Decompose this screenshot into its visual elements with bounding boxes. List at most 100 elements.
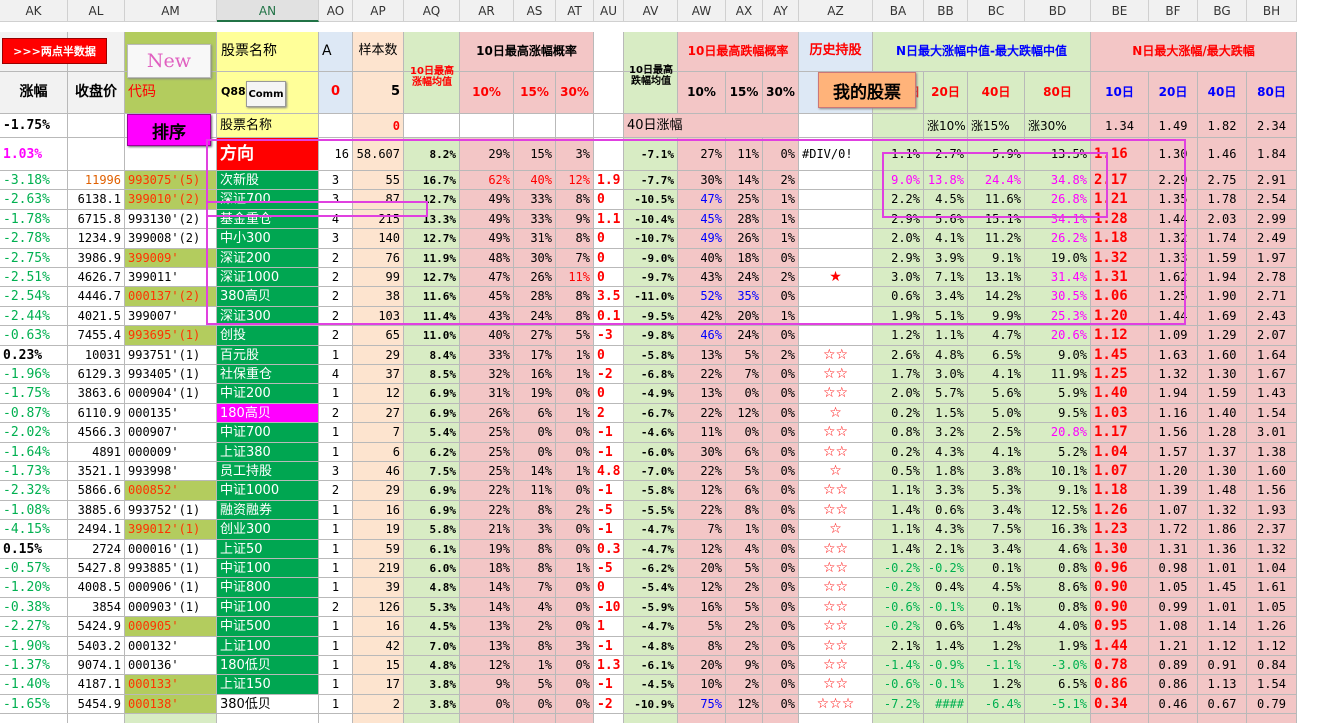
- cell-az-6[interactable]: [799, 287, 873, 307]
- empty-aw-0[interactable]: [678, 714, 726, 723]
- cell-al-26[interactable]: 4187.1: [68, 675, 125, 695]
- row4-an[interactable]: 方向: [217, 138, 319, 171]
- cell-ax-2[interactable]: 28%: [726, 210, 763, 229]
- column-header-bg[interactable]: BG: [1198, 0, 1247, 22]
- cell-bg-18[interactable]: 1.86: [1198, 520, 1247, 540]
- cell-bb-20[interactable]: -0.2%: [924, 559, 968, 578]
- cell-ak-11[interactable]: -1.75%: [0, 384, 68, 404]
- cell-am-6[interactable]: 000137'(2): [125, 287, 217, 307]
- row3-bd[interactable]: 涨30%: [1025, 114, 1091, 138]
- cell-bd-9[interactable]: 9.0%: [1025, 346, 1091, 365]
- cell-bf-26[interactable]: 0.86: [1149, 675, 1198, 695]
- cell-an-23[interactable]: 中证500: [217, 617, 319, 637]
- cell-ba-20[interactable]: -0.2%: [873, 559, 924, 578]
- cell-at-22[interactable]: 0%: [556, 598, 594, 617]
- cell-al-27[interactable]: 5454.9: [68, 695, 125, 714]
- cell-aw-12[interactable]: 22%: [678, 404, 726, 423]
- column-header-bc[interactable]: BC: [968, 0, 1025, 22]
- cell-ap-27[interactable]: 2: [353, 695, 404, 714]
- cell-au-2[interactable]: 1.1: [594, 210, 624, 229]
- cell-al-15[interactable]: 3521.1: [68, 462, 125, 481]
- cell-ak-6[interactable]: -2.54%: [0, 287, 68, 307]
- cell-ay-14[interactable]: 0%: [763, 443, 799, 462]
- cell-ax-15[interactable]: 5%: [726, 462, 763, 481]
- cell-as-19[interactable]: 8%: [514, 540, 556, 559]
- column-header-be[interactable]: BE: [1091, 0, 1149, 22]
- cell-az-3[interactable]: [799, 229, 873, 249]
- row3-au[interactable]: [594, 114, 624, 138]
- cell-ay-3[interactable]: 1%: [763, 229, 799, 249]
- cell-be-20[interactable]: 0.96: [1091, 559, 1149, 578]
- cell-ap-26[interactable]: 17: [353, 675, 404, 695]
- cell-aq-17[interactable]: 6.9%: [404, 501, 460, 520]
- cell-aw-20[interactable]: 20%: [678, 559, 726, 578]
- cell-bf-13[interactable]: 1.56: [1149, 423, 1198, 443]
- cell-at-20[interactable]: 1%: [556, 559, 594, 578]
- row3-al[interactable]: [68, 114, 125, 138]
- cell-an-3[interactable]: 中小300: [217, 229, 319, 249]
- cell-ax-4[interactable]: 18%: [726, 249, 763, 268]
- cell-al-20[interactable]: 5427.8: [68, 559, 125, 578]
- cell-au-20[interactable]: -5: [594, 559, 624, 578]
- cell-bb-12[interactable]: 1.5%: [924, 404, 968, 423]
- cell-be-25[interactable]: 0.78: [1091, 656, 1149, 675]
- column-header-bh[interactable]: BH: [1247, 0, 1297, 22]
- row3-ar[interactable]: [460, 114, 514, 138]
- cell-bd-3[interactable]: 26.2%: [1025, 229, 1091, 249]
- cell-ao-23[interactable]: 1: [319, 617, 353, 637]
- cell-am-5[interactable]: 399011': [125, 268, 217, 287]
- cell-bh-7[interactable]: 2.43: [1247, 307, 1297, 326]
- cell-aq-3[interactable]: 12.7%: [404, 229, 460, 249]
- cell-at-6[interactable]: 8%: [556, 287, 594, 307]
- cell-bh-4[interactable]: 1.97: [1247, 249, 1297, 268]
- cell-be-18[interactable]: 1.23: [1091, 520, 1149, 540]
- cell-bh-10[interactable]: 1.67: [1247, 365, 1297, 384]
- cell-ao-17[interactable]: 1: [319, 501, 353, 520]
- cell-ax-3[interactable]: 26%: [726, 229, 763, 249]
- cell-ak-7[interactable]: -2.44%: [0, 307, 68, 326]
- cell-be-24[interactable]: 1.44: [1091, 637, 1149, 656]
- cell-as-3[interactable]: 31%: [514, 229, 556, 249]
- cell-be-13[interactable]: 1.17: [1091, 423, 1149, 443]
- cell-an-25[interactable]: 180低贝: [217, 656, 319, 675]
- cell-bg-2[interactable]: 2.03: [1198, 210, 1247, 229]
- cell-ak-1[interactable]: -2.63%: [0, 190, 68, 210]
- cell-bg-11[interactable]: 1.59: [1198, 384, 1247, 404]
- cell-bd-15[interactable]: 10.1%: [1025, 462, 1091, 481]
- cell-ap-2[interactable]: 215: [353, 210, 404, 229]
- cell-bb-1[interactable]: 4.5%: [924, 190, 968, 210]
- cell-be-22[interactable]: 0.90: [1091, 598, 1149, 617]
- cell-bd-17[interactable]: 12.5%: [1025, 501, 1091, 520]
- cell-av-9[interactable]: -5.8%: [624, 346, 678, 365]
- cell-ax-6[interactable]: 35%: [726, 287, 763, 307]
- hdr-p10-a[interactable]: 10%: [460, 72, 514, 114]
- cell-av-26[interactable]: -4.5%: [624, 675, 678, 695]
- cell-ao-13[interactable]: 1: [319, 423, 353, 443]
- cell-bh-16[interactable]: 1.56: [1247, 481, 1297, 501]
- cell-ar-0[interactable]: 62%: [460, 171, 514, 190]
- cell-as-26[interactable]: 5%: [514, 675, 556, 695]
- row3-ba[interactable]: [873, 114, 924, 138]
- row4-az[interactable]: #DIV/0!: [799, 138, 873, 171]
- hdr-d40-b[interactable]: 40日: [1198, 72, 1247, 114]
- cell-bf-5[interactable]: 1.62: [1149, 268, 1198, 287]
- cell-am-10[interactable]: 993405'(1): [125, 365, 217, 384]
- column-header-aq[interactable]: AQ: [404, 0, 460, 22]
- cell-al-23[interactable]: 5424.9: [68, 617, 125, 637]
- cell-bg-17[interactable]: 1.32: [1198, 501, 1247, 520]
- cell-ap-13[interactable]: 7: [353, 423, 404, 443]
- cell-az-22[interactable]: ☆☆: [799, 598, 873, 617]
- cell-as-6[interactable]: 28%: [514, 287, 556, 307]
- cell-ax-22[interactable]: 5%: [726, 598, 763, 617]
- cell-bf-15[interactable]: 1.20: [1149, 462, 1198, 481]
- cell-at-13[interactable]: 0%: [556, 423, 594, 443]
- cell-an-19[interactable]: 上证50: [217, 540, 319, 559]
- cell-aw-16[interactable]: 12%: [678, 481, 726, 501]
- cell-ay-25[interactable]: 0%: [763, 656, 799, 675]
- cell-an-6[interactable]: 380高贝: [217, 287, 319, 307]
- cell-be-5[interactable]: 1.31: [1091, 268, 1149, 287]
- cell-al-2[interactable]: 6715.8: [68, 210, 125, 229]
- column-header-ax[interactable]: AX: [726, 0, 763, 22]
- cell-as-27[interactable]: 0%: [514, 695, 556, 714]
- cell-ap-5[interactable]: 99: [353, 268, 404, 287]
